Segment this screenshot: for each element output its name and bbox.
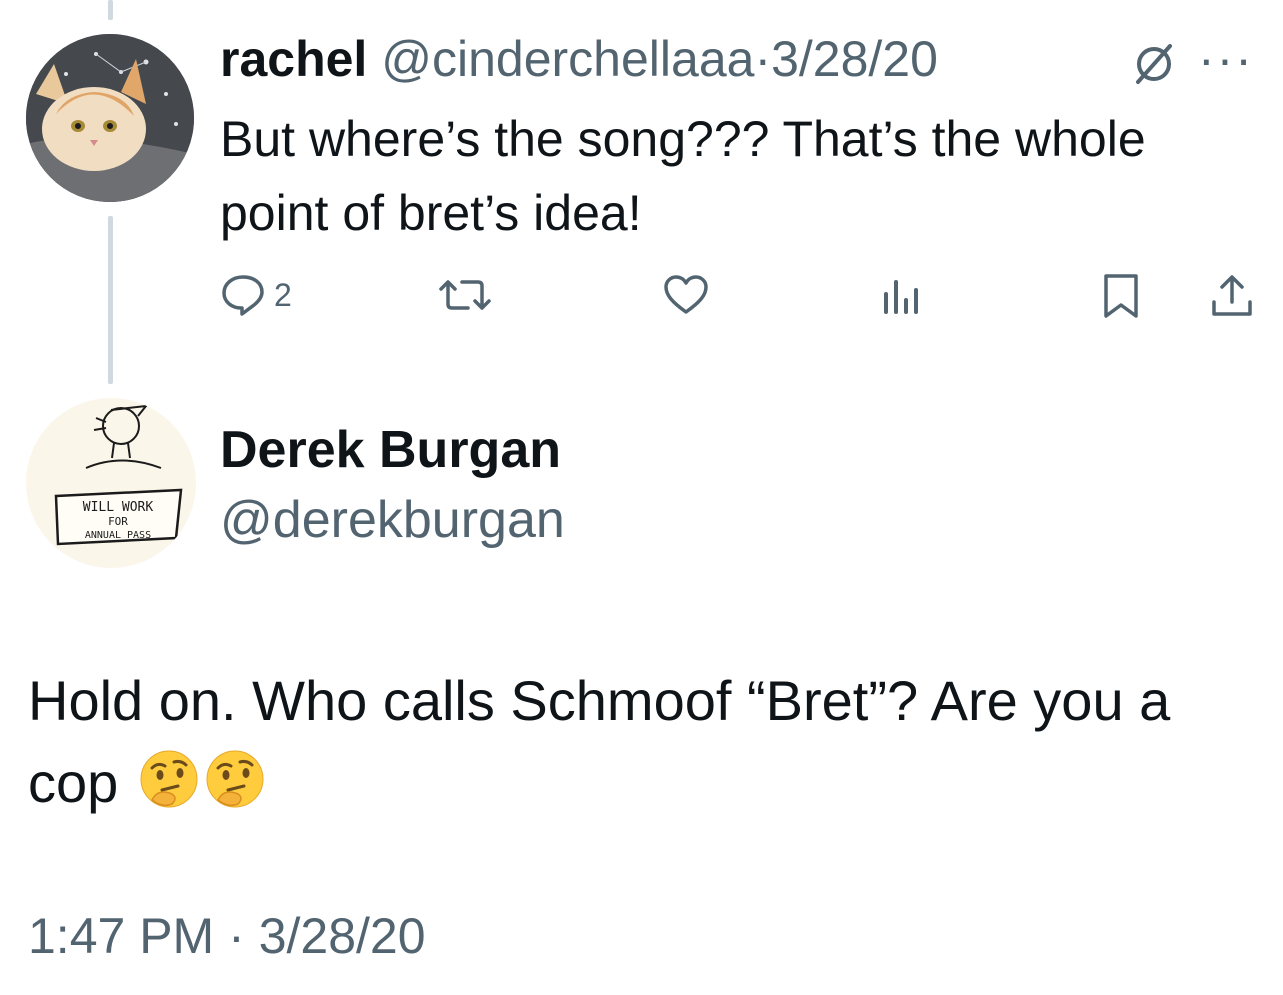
views-button[interactable]	[880, 272, 922, 318]
comment-icon	[222, 275, 264, 316]
tweet-date: 3/28/20	[258, 908, 426, 964]
tweet-timestamp[interactable]: 1:47 PM · 3/28/20	[28, 904, 426, 968]
reply-action-bar: 2	[0, 272, 1283, 328]
reply-avatar[interactable]	[26, 34, 194, 202]
reply-count: 2	[274, 276, 292, 313]
avatar-sign-line-1: WILL WORK	[83, 500, 154, 515]
reply-button[interactable]: 2	[220, 272, 292, 318]
avatar-sign-line-2: FOR	[108, 515, 128, 528]
timestamp-separator: ·	[228, 908, 245, 964]
reply-separator: ·	[754, 31, 772, 87]
drawn-sign-avatar-icon: WILL WORK FOR ANNUAL PASS	[54, 404, 183, 546]
reply-handle[interactable]: @cinderchellaaa	[381, 31, 754, 87]
tweet-time: 1:47 PM	[28, 908, 215, 964]
heart-icon	[664, 275, 708, 314]
muted-conversation-icon	[1132, 42, 1176, 91]
analytics-icon	[884, 280, 918, 314]
bookmark-icon	[1104, 274, 1138, 318]
reply-text: But where’s the song??? That’s the whole…	[220, 111, 1146, 241]
main-handle[interactable]: @derekburgan	[220, 488, 565, 552]
main-display-name[interactable]: Derek Burgan	[220, 418, 561, 482]
thread-line-top	[108, 0, 113, 20]
reply-header: rachel @cinderchellaaa·3/28/20	[220, 28, 938, 90]
share-button[interactable]	[1208, 272, 1256, 320]
more-options-icon[interactable]: ···	[1198, 28, 1254, 90]
avatar-sign-line-3: ANNUAL PASS	[85, 530, 151, 541]
thinking-face-emoji-2	[204, 748, 266, 832]
main-tweet-text: Hold on. Who calls Schmoof “Bret”? Are y…	[28, 660, 1228, 832]
retweet-icon	[439, 280, 491, 310]
retweet-button[interactable]	[438, 272, 492, 318]
main-avatar[interactable]: WILL WORK FOR ANNUAL PASS	[26, 398, 196, 568]
reply-date[interactable]: 3/28/20	[771, 31, 938, 87]
cat-photo-avatar-icon	[26, 34, 194, 202]
bookmark-button[interactable]	[1100, 272, 1142, 320]
thinking-face-emoji-1	[138, 748, 200, 832]
share-icon	[1212, 275, 1252, 316]
like-button[interactable]	[662, 272, 710, 318]
reply-display-name[interactable]: rachel	[220, 31, 367, 87]
